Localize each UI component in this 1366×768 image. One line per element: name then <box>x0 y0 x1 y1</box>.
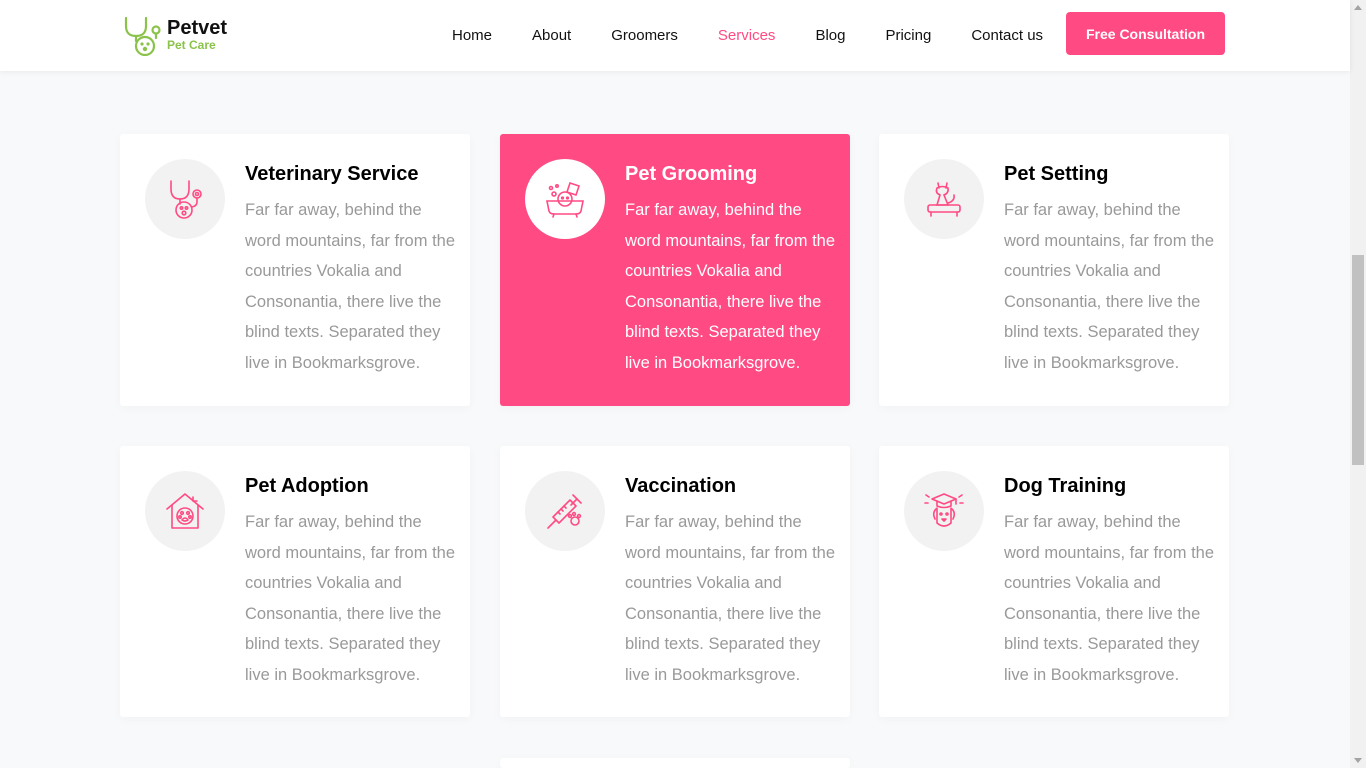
brand-logo-link[interactable]: Petvet Pet Care <box>123 14 227 56</box>
stethoscope-icon <box>170 180 202 219</box>
service-title: Vaccination <box>625 475 737 497</box>
service-card-pet-setting[interactable]: Pet Setting Far far away, behind the wor… <box>879 134 1229 406</box>
scroll-down-arrow-icon[interactable] <box>1354 758 1362 763</box>
service-description: Far far away, behind the word mountains,… <box>625 201 836 372</box>
service-description: Far far away, behind the word mountains,… <box>1004 201 1215 372</box>
service-card-dog-training[interactable]: Dog Training Far far away, behind the wo… <box>879 446 1229 717</box>
brand-subtitle: Pet Care <box>167 38 216 52</box>
service-card-adoption[interactable]: Pet Adoption Far far away, behind the wo… <box>120 446 470 717</box>
service-description: Far far away, behind the word mountains,… <box>1004 513 1215 684</box>
service-icon-badge <box>145 471 225 551</box>
syringe-icon <box>547 494 582 529</box>
service-title: Pet Setting <box>1004 163 1109 185</box>
dog-graduate-icon <box>924 493 964 527</box>
service-title: Pet Adoption <box>245 475 369 497</box>
nav-link-about[interactable]: About <box>512 27 591 44</box>
pet-house-icon <box>166 493 204 529</box>
navbar: Petvet Pet Care Home About Groomers Serv… <box>0 0 1350 71</box>
service-card-partial <box>500 758 850 768</box>
service-description: Far far away, behind the word mountains,… <box>625 513 836 684</box>
free-consultation-button[interactable]: Free Consultation <box>1066 12 1225 55</box>
scrollbar-thumb[interactable] <box>1352 255 1364 465</box>
service-title: Pet Grooming <box>625 163 758 185</box>
service-icon-badge <box>904 159 984 239</box>
service-card-grooming[interactable]: Pet Grooming Far far away, behind the wo… <box>500 134 850 406</box>
stethoscope-logo-icon <box>124 16 161 56</box>
nav-link-services[interactable]: Services <box>698 27 796 44</box>
nav-link-contact[interactable]: Contact us <box>951 27 1063 44</box>
main-nav: Home About Groomers Services Blog Pricin… <box>432 0 1063 70</box>
service-title: Dog Training <box>1004 475 1127 497</box>
nav-link-groomers[interactable]: Groomers <box>591 27 698 44</box>
service-description: Far far away, behind the word mountains,… <box>245 201 456 372</box>
brand-name: Petvet <box>167 17 228 39</box>
service-title: Veterinary Service <box>245 163 419 185</box>
service-card-veterinary[interactable]: Veterinary Service Far far away, behind … <box>120 134 470 406</box>
service-icon-badge <box>145 159 225 239</box>
cat-bed-icon <box>927 182 961 217</box>
service-card-vaccination[interactable]: Vaccination Far far away, behind the wor… <box>500 446 850 717</box>
pet-grooming-icon <box>546 181 584 218</box>
nav-link-pricing[interactable]: Pricing <box>865 27 951 44</box>
page-scrollbar[interactable] <box>1350 0 1366 768</box>
service-icon-badge <box>904 471 984 551</box>
scroll-up-arrow-icon[interactable] <box>1354 5 1362 10</box>
nav-link-blog[interactable]: Blog <box>795 27 865 44</box>
service-icon-badge <box>525 471 605 551</box>
service-description: Far far away, behind the word mountains,… <box>245 513 456 684</box>
nav-link-home[interactable]: Home <box>432 27 512 44</box>
service-icon-badge <box>525 159 605 239</box>
